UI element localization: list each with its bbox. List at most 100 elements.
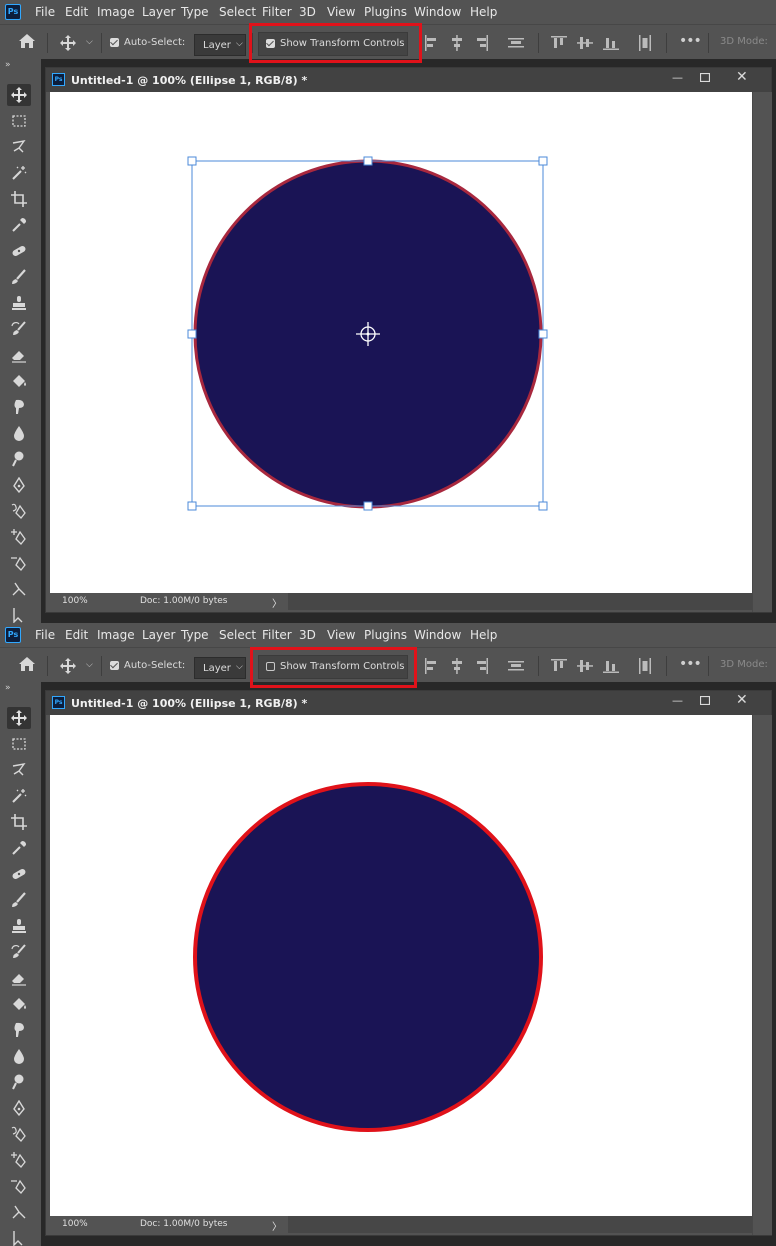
menu-help[interactable]: Help — [470, 628, 497, 642]
horizontal-scrollbar[interactable] — [288, 593, 752, 610]
menu-edit[interactable]: Edit — [65, 628, 88, 642]
menu-3d[interactable]: 3D — [299, 628, 316, 642]
dodge-tool-icon[interactable] — [7, 1071, 31, 1093]
menu-plugins[interactable]: Plugins — [364, 628, 407, 642]
add-anchor-tool-icon[interactable] — [7, 526, 31, 548]
distribute-spacing-icon[interactable] — [638, 658, 652, 677]
menu-type[interactable]: Type — [181, 628, 209, 642]
move-tool-icon[interactable] — [7, 707, 31, 729]
more-options-icon[interactable]: ••• — [679, 656, 702, 672]
crop-tool-icon[interactable] — [7, 811, 31, 833]
zoom-level[interactable]: 100% — [62, 1219, 88, 1229]
eraser-tool-icon[interactable] — [7, 344, 31, 366]
document-info[interactable]: Doc: 1.00M/0 bytes — [140, 1219, 228, 1229]
menu-3d[interactable]: 3D — [299, 5, 316, 19]
history-brush-tool-icon[interactable] — [7, 318, 31, 340]
align-vertical-centers-icon[interactable] — [577, 658, 593, 677]
chevron-right-icon[interactable]: 〉 — [272, 595, 282, 610]
menu-image[interactable]: Image — [97, 5, 135, 19]
lasso-tool-icon[interactable] — [7, 136, 31, 158]
menu-file[interactable]: File — [35, 5, 55, 19]
delete-anchor-tool-icon[interactable] — [7, 552, 31, 574]
maximize-icon[interactable] — [699, 72, 711, 85]
paint-bucket-tool-icon[interactable] — [7, 370, 31, 392]
distribute-icon[interactable] — [508, 658, 524, 677]
healing-brush-tool-icon[interactable] — [7, 863, 31, 885]
ellipse-shape[interactable] — [193, 782, 543, 1132]
minimize-icon[interactable]: — — [672, 694, 683, 707]
home-icon[interactable] — [18, 656, 36, 675]
smudge-tool-icon[interactable] — [7, 396, 31, 418]
eyedropper-tool-icon[interactable] — [7, 837, 31, 859]
marquee-tool-icon[interactable] — [7, 110, 31, 132]
zoom-level[interactable]: 100% — [62, 596, 88, 606]
close-icon[interactable]: ✕ — [736, 69, 748, 85]
crop-tool-icon[interactable] — [7, 188, 31, 210]
home-icon[interactable] — [18, 33, 36, 52]
minimize-icon[interactable]: — — [672, 71, 683, 84]
show-transform-controls-checkbox[interactable] — [266, 662, 275, 671]
eraser-tool-icon[interactable] — [7, 967, 31, 989]
align-horizontal-centers-icon[interactable] — [450, 35, 464, 54]
smudge-tool-icon[interactable] — [7, 1019, 31, 1041]
distribute-icon[interactable] — [508, 35, 524, 54]
show-transform-controls-option[interactable]: Show Transform Controls — [258, 655, 408, 679]
menu-layer[interactable]: Layer — [142, 628, 175, 642]
maximize-icon[interactable] — [699, 695, 711, 708]
paint-bucket-tool-icon[interactable] — [7, 993, 31, 1015]
collapse-panel-icon[interactable]: » — [5, 683, 11, 693]
align-left-edges-icon[interactable] — [424, 658, 438, 677]
healing-brush-tool-icon[interactable] — [7, 240, 31, 262]
path-selection-tool-icon[interactable] — [7, 1227, 31, 1246]
move-tool-icon[interactable] — [7, 84, 31, 106]
canvas[interactable] — [50, 92, 752, 593]
freeform-pen-tool-icon[interactable] — [7, 500, 31, 522]
document-tab[interactable]: Ps Untitled-1 @ 100% (Ellipse 1, RGB/8) … — [46, 68, 771, 92]
menu-view[interactable]: View — [327, 5, 355, 19]
auto-select-checkbox[interactable] — [110, 38, 119, 47]
pen-tool-icon[interactable] — [7, 1097, 31, 1119]
menu-edit[interactable]: Edit — [65, 5, 88, 19]
move-tool-icon[interactable] — [60, 658, 76, 677]
collapse-panel-icon[interactable]: » — [5, 60, 11, 70]
add-anchor-tool-icon[interactable] — [7, 1149, 31, 1171]
chevron-right-icon[interactable]: 〉 — [272, 1218, 282, 1233]
document-info[interactable]: Doc: 1.00M/0 bytes — [140, 596, 228, 606]
pen-tool-icon[interactable] — [7, 474, 31, 496]
canvas[interactable] — [50, 715, 752, 1216]
align-top-edges-icon[interactable] — [551, 35, 567, 54]
menu-window[interactable]: Window — [414, 5, 461, 19]
auto-select-target-dropdown[interactable]: Layer ⌵ — [194, 34, 246, 56]
menu-image[interactable]: Image — [97, 628, 135, 642]
align-bottom-edges-icon[interactable] — [603, 658, 619, 677]
clone-stamp-tool-icon[interactable] — [7, 292, 31, 314]
blur-tool-icon[interactable] — [7, 422, 31, 444]
more-options-icon[interactable]: ••• — [679, 33, 702, 49]
menu-help[interactable]: Help — [470, 5, 497, 19]
align-horizontal-centers-icon[interactable] — [450, 658, 464, 677]
auto-select-target-dropdown[interactable]: Layer ⌵ — [194, 657, 246, 679]
menu-select[interactable]: Select — [219, 5, 256, 19]
delete-anchor-tool-icon[interactable] — [7, 1175, 31, 1197]
dodge-tool-icon[interactable] — [7, 448, 31, 470]
history-brush-tool-icon[interactable] — [7, 941, 31, 963]
align-top-edges-icon[interactable] — [551, 658, 567, 677]
auto-select-checkbox[interactable] — [110, 661, 119, 670]
distribute-spacing-icon[interactable] — [638, 35, 652, 54]
convert-point-tool-icon[interactable] — [7, 1201, 31, 1223]
move-tool-icon[interactable] — [60, 35, 76, 54]
show-transform-controls-checkbox[interactable] — [266, 39, 275, 48]
blur-tool-icon[interactable] — [7, 1045, 31, 1067]
marquee-tool-icon[interactable] — [7, 733, 31, 755]
eyedropper-tool-icon[interactable] — [7, 214, 31, 236]
menu-layer[interactable]: Layer — [142, 5, 175, 19]
convert-point-tool-icon[interactable] — [7, 578, 31, 600]
vertical-scrollbar[interactable] — [752, 92, 772, 612]
align-right-edges-icon[interactable] — [475, 35, 489, 54]
align-left-edges-icon[interactable] — [424, 35, 438, 54]
clone-stamp-tool-icon[interactable] — [7, 915, 31, 937]
tool-preset-chevron-icon[interactable]: ⌵ — [86, 660, 93, 670]
menu-select[interactable]: Select — [219, 628, 256, 642]
menu-filter[interactable]: Filter — [262, 5, 292, 19]
magic-wand-tool-icon[interactable] — [7, 162, 31, 184]
